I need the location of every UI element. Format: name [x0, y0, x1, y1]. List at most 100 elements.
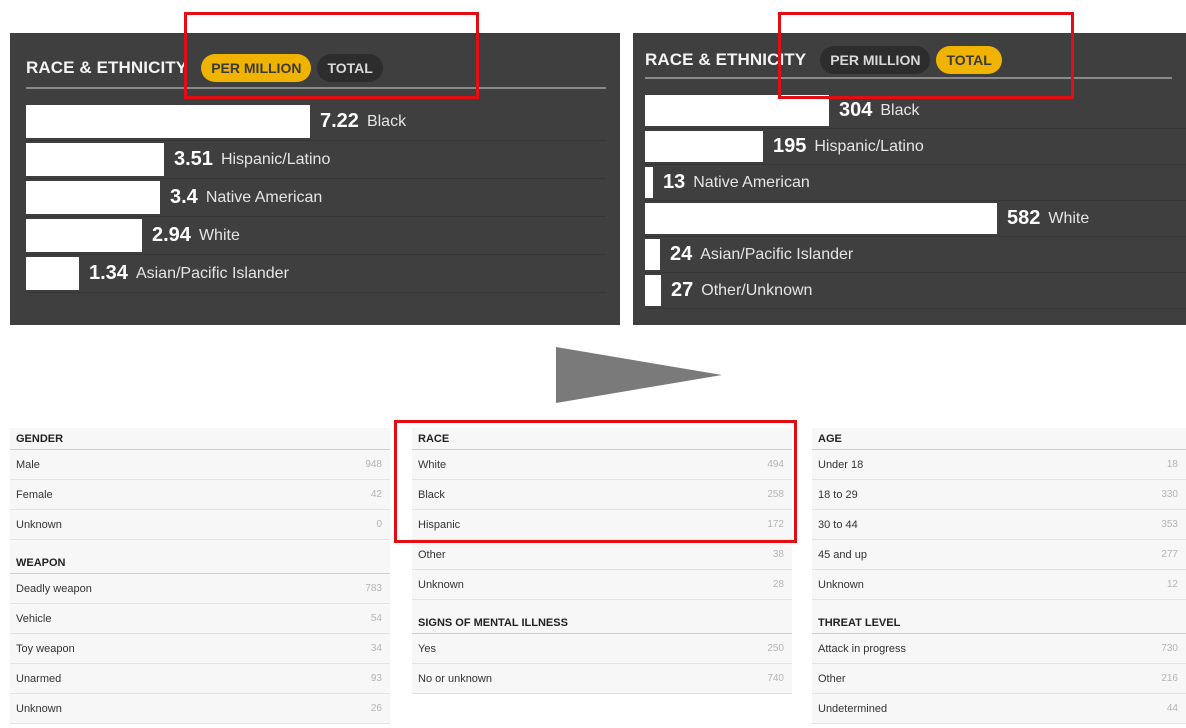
- bar-value: 1.34: [89, 262, 128, 284]
- bar-label: 24 Asian/Pacific Islander: [670, 237, 853, 272]
- section-title: SIGNS OF MENTAL ILLNESS: [412, 612, 792, 634]
- bar-value: 24: [670, 243, 693, 265]
- table-row: Unknown 28: [412, 570, 792, 600]
- table-row: Under 18 18: [812, 450, 1186, 480]
- row-count: 783: [365, 583, 382, 594]
- row-label: 30 to 44: [818, 518, 858, 531]
- bar-value: 7.22: [320, 110, 359, 132]
- row-count: 172: [767, 519, 784, 530]
- row-label: Unknown: [418, 578, 464, 591]
- bar-label: 2.94 White: [152, 217, 240, 254]
- panel-header: RACE & ETHNICITY PER MILLION TOTAL: [645, 43, 1172, 79]
- bar-category: Asian/Pacific Islander: [135, 264, 289, 282]
- row-label: Toy weapon: [16, 642, 75, 655]
- bar-row: 3.4 Native American: [26, 179, 606, 217]
- mental-illness-section: SIGNS OF MENTAL ILLNESS Yes 250 No or unkn…: [412, 612, 792, 694]
- bar: [645, 275, 661, 306]
- section-title: GENDER: [10, 428, 390, 450]
- section-gap: [10, 540, 390, 552]
- row-count: 18: [1166, 459, 1178, 470]
- table-row: 30 to 44 353: [812, 510, 1186, 540]
- table-row: Unarmed 93: [10, 664, 390, 694]
- table-row: Hispanic 172: [412, 510, 792, 540]
- section-gap: [412, 600, 792, 612]
- bar-row: 27 Other/Unknown: [645, 273, 1186, 309]
- bar-row: 1.34 Asian/Pacific Islander: [26, 255, 606, 293]
- table-row: Other 216: [812, 664, 1186, 694]
- bar-row: 24 Asian/Pacific Islander: [645, 237, 1186, 273]
- bar-row: 2.94 White: [26, 217, 606, 255]
- table-row: Unknown 0: [10, 510, 390, 540]
- row-label: Unknown: [16, 702, 62, 715]
- row-count: 26: [370, 703, 382, 714]
- table-row: Undetermined 44: [812, 694, 1186, 724]
- race-mental-column: RACE White 494 Black 258 Hispanic 172 Other 38 U…: [412, 428, 792, 694]
- bar: [645, 203, 997, 234]
- table-row: Toy weapon 34: [10, 634, 390, 664]
- bar-row: 13 Native American: [645, 165, 1186, 201]
- row-count: 730: [1161, 643, 1178, 654]
- total-toggle[interactable]: TOTAL: [936, 46, 1002, 74]
- bar-category: White: [1048, 209, 1090, 227]
- row-count: 34: [370, 643, 382, 654]
- bar: [26, 257, 79, 290]
- per-million-toggle[interactable]: PER MILLION: [201, 54, 312, 82]
- table-row: Male 948: [10, 450, 390, 480]
- row-label: Other: [818, 672, 846, 685]
- total-toggle[interactable]: TOTAL: [317, 54, 383, 82]
- row-count: 216: [1161, 673, 1178, 684]
- bar: [26, 105, 310, 138]
- row-count: 277: [1161, 549, 1178, 560]
- row-count: 38: [772, 549, 784, 560]
- row-count: 494: [767, 459, 784, 470]
- bar-category: Native American: [205, 188, 323, 206]
- row-label: 45 and up: [818, 548, 867, 561]
- bar-value: 2.94: [152, 224, 191, 246]
- bar-row: 7.22 Black: [26, 103, 606, 141]
- threat-level-section: THREAT LEVEL Attack in progress 730 Other 2…: [812, 612, 1186, 724]
- bar-label: 3.51 Hispanic/Latino: [174, 141, 330, 178]
- panel-title: RACE & ETHNICITY: [645, 50, 807, 69]
- bar-category: Native American: [693, 173, 810, 191]
- row-count: 353: [1161, 519, 1178, 530]
- section-title: THREAT LEVEL: [812, 612, 1186, 634]
- row-label: Other: [418, 548, 446, 561]
- row-count: 44: [1166, 703, 1178, 714]
- row-count: 250: [767, 643, 784, 654]
- table-row: Yes 250: [412, 634, 792, 664]
- bar-category: Other/Unknown: [701, 281, 813, 299]
- bar-list: 7.22 Black 3.51 Hispanic/Latino 3.4 Native Am…: [26, 103, 606, 293]
- bar-value: 13: [663, 171, 686, 193]
- row-label: White: [418, 458, 447, 471]
- row-label: Under 18: [818, 458, 864, 471]
- row-label: 18 to 29: [818, 488, 858, 501]
- gender-weapon-column: GENDER Male 948 Female 42 Unknown 0 WEAPON De…: [10, 428, 390, 724]
- row-count: 54: [370, 613, 382, 624]
- row-count: 93: [370, 673, 382, 684]
- bar-list: 304 Black 195 Hispanic/Latino 13 Native Ameri…: [645, 93, 1186, 309]
- bar-row: 3.51 Hispanic/Latino: [26, 141, 606, 179]
- bar-category: Hispanic/Latino: [814, 137, 924, 155]
- row-label: Hispanic: [418, 518, 461, 531]
- table-row: No or unknown 740: [412, 664, 792, 694]
- table-row: 45 and up 277: [812, 540, 1186, 570]
- bar-value: 582: [1007, 207, 1041, 229]
- race-ethnicity-total-panel: RACE & ETHNICITY PER MILLION TOTAL 304 Bl…: [633, 33, 1186, 325]
- bar-category: Black: [366, 112, 407, 130]
- row-label: Unknown: [16, 518, 62, 531]
- table-row: Vehicle 54: [10, 604, 390, 634]
- race-ethnicity-per-million-panel: RACE & ETHNICITY PER MILLION TOTAL 7.22 B…: [10, 33, 620, 325]
- row-count: 740: [767, 673, 784, 684]
- age-section: AGE Under 18 18 18 to 29 330 30 to 44 353 45 a…: [812, 428, 1186, 600]
- table-row: Attack in progress 730: [812, 634, 1186, 664]
- per-million-toggle[interactable]: PER MILLION: [820, 46, 931, 74]
- row-label: Undetermined: [818, 702, 888, 715]
- table-row: Deadly weapon 783: [10, 574, 390, 604]
- row-count: 330: [1161, 489, 1178, 500]
- table-row: Black 258: [412, 480, 792, 510]
- bar: [645, 239, 660, 270]
- bar-value: 3.51: [174, 148, 213, 170]
- bar-row: 304 Black: [645, 93, 1186, 129]
- row-label: Yes: [418, 642, 436, 655]
- row-count: 28: [772, 579, 784, 590]
